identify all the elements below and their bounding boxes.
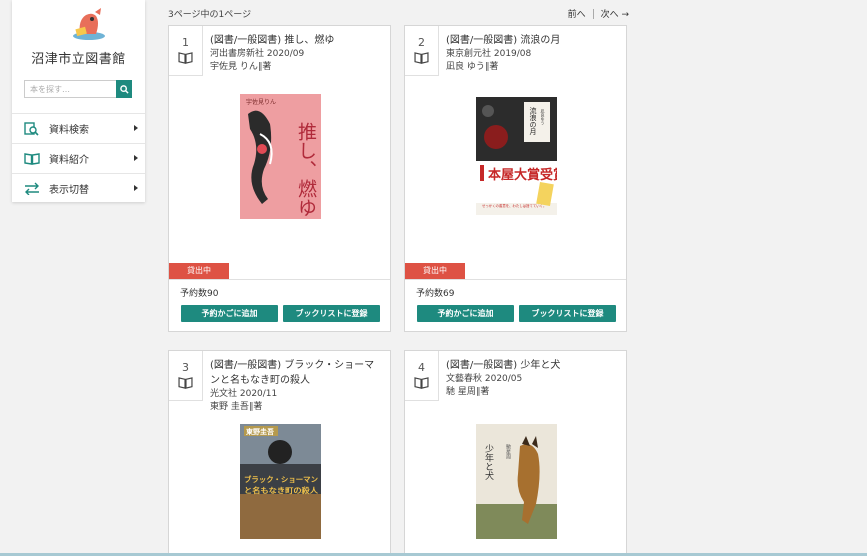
sidebar-menu: 資料検索 資料紹介 表示切替 [12,113,145,203]
cover-award: 本屋大賞受賞 [488,167,557,183]
book-number: 3 [182,361,189,374]
sidebar-item-label: 資料紹介 [49,155,89,166]
sidebar-item-introduction[interactable]: 資料紹介 [12,143,145,173]
search-box [24,80,132,98]
book-icon [414,52,429,64]
add-reserve-button[interactable]: 予約かごに追加 [417,305,514,322]
chevron-right-icon [134,125,138,131]
next-page-link[interactable]: 次へ → [601,7,629,20]
sidebar-item-label: 表示切替 [49,185,89,196]
sidebar: 沼津市立図書館 資料検索 [12,0,145,202]
book-author: 東野 圭吾∥著 [210,402,263,412]
search-icon [119,84,129,94]
book-card: 2 (図書/一般図書) 流浪の月 東京創元社 2019/08 凪良 ゆう∥著 流… [404,25,627,332]
swap-arrows-icon [24,182,40,196]
card-divider [405,279,626,280]
book-card: 3 (図書/一般図書) ブラック・ショーマンと名もなき町の殺人 光文社 2020… [168,350,391,556]
svg-text:せっかくの善意を、わたしは捨てていく。: せっかくの善意を、わたしは捨てていく。 [482,203,546,208]
book-card: 4 (図書/一般図書) 少年と犬 文藝春秋 2020/05 馳 星周∥著 少年と… [404,350,627,556]
book-title-link[interactable]: (図書/一般図書) 少年と犬 [446,358,620,373]
add-booklist-button[interactable]: ブックリストに登録 [519,305,616,322]
add-reserve-button[interactable]: 予約かごに追加 [181,305,278,322]
cover-author: 凪良ゆう [541,109,546,126]
book-author: 馳 星周∥著 [446,387,490,397]
book-number-box: 3 [169,351,203,401]
book-number: 1 [182,36,189,49]
add-booklist-button[interactable]: ブックリストに登録 [283,305,380,322]
pager: 前へ 次へ → [568,7,629,20]
book-icon [178,52,193,64]
book-number-box: 4 [405,351,439,401]
card-divider [169,279,390,280]
book-title-link[interactable]: (図書/一般図書) 推し、燃ゆ [210,33,384,48]
book-publisher: 光文社 2020/11 [210,389,278,399]
book-cover-image[interactable]: 東野圭吾 ブラック・ショーマン と名もなき町の殺人 [240,424,321,539]
cover-title: 流浪の月 [529,106,537,136]
book-number: 4 [418,361,425,374]
cover-title: 少年と犬 [483,444,494,481]
book-number: 2 [418,36,425,49]
book-publisher: 文藝春秋 2020/05 [446,374,523,384]
library-mascot-logo[interactable] [68,6,110,42]
book-cover-image[interactable]: 流浪の月 凪良ゆう 本屋大賞受賞 せっかくの善意を、わたしは捨てていく。 [476,97,566,215]
status-badge: 貸出中 [405,263,465,279]
book-number-box: 2 [405,26,439,76]
search-button[interactable] [116,80,132,98]
book-cover-image[interactable]: 少年と犬 馳星周 [476,424,557,539]
status-badge: 貸出中 [169,263,229,279]
book-title-link[interactable]: (図書/一般図書) 流浪の月 [446,33,620,48]
search-doc-icon [24,121,40,136]
book-icon [414,377,429,389]
cover-title: 推し、燃ゆ [295,122,317,217]
book-icon [178,377,193,389]
reservation-count: 予約数69 [416,289,455,299]
pager-divider [592,8,594,19]
book-publisher: 東京創元社 2019/08 [446,49,532,59]
book-number-box: 1 [169,26,203,76]
sidebar-item-display-toggle[interactable]: 表示切替 [12,173,145,203]
prev-page-link[interactable]: 前へ [568,7,586,20]
library-name: 沼津市立図書館 [31,52,126,67]
svg-text:と名もなき町の殺人: と名もなき町の殺人 [244,486,319,495]
book-publisher: 河出書房新社 2020/09 [210,49,305,59]
book-card: 1 (図書/一般図書) 推し、燃ゆ 河出書房新社 2020/09 宇佐見 りん∥… [168,25,391,332]
page-info: 3ページ中の1ページ [168,10,252,20]
search-input[interactable] [24,80,116,98]
reservation-count: 予約数90 [180,289,219,299]
sidebar-item-search[interactable]: 資料検索 [12,113,145,143]
book-author: 凪良 ゆう∥著 [446,62,499,72]
book-cover-image[interactable]: 宇佐見りん 推し、燃ゆ [240,94,321,219]
book-author: 宇佐見 りん∥著 [210,62,272,72]
cover-author: 東野圭吾 [246,427,274,436]
svg-text:ブラック・ショーマン: ブラック・ショーマン [244,475,318,484]
cover-author: 宇佐見りん [246,98,276,106]
chevron-right-icon [134,185,138,191]
chevron-right-icon [134,155,138,161]
sidebar-item-label: 資料検索 [49,125,89,136]
book-title-link[interactable]: (図書/一般図書) ブラック・ショーマンと名もなき町の殺人 [210,358,384,388]
cover-author: 馳星周 [505,443,511,460]
open-book-icon [24,152,40,166]
